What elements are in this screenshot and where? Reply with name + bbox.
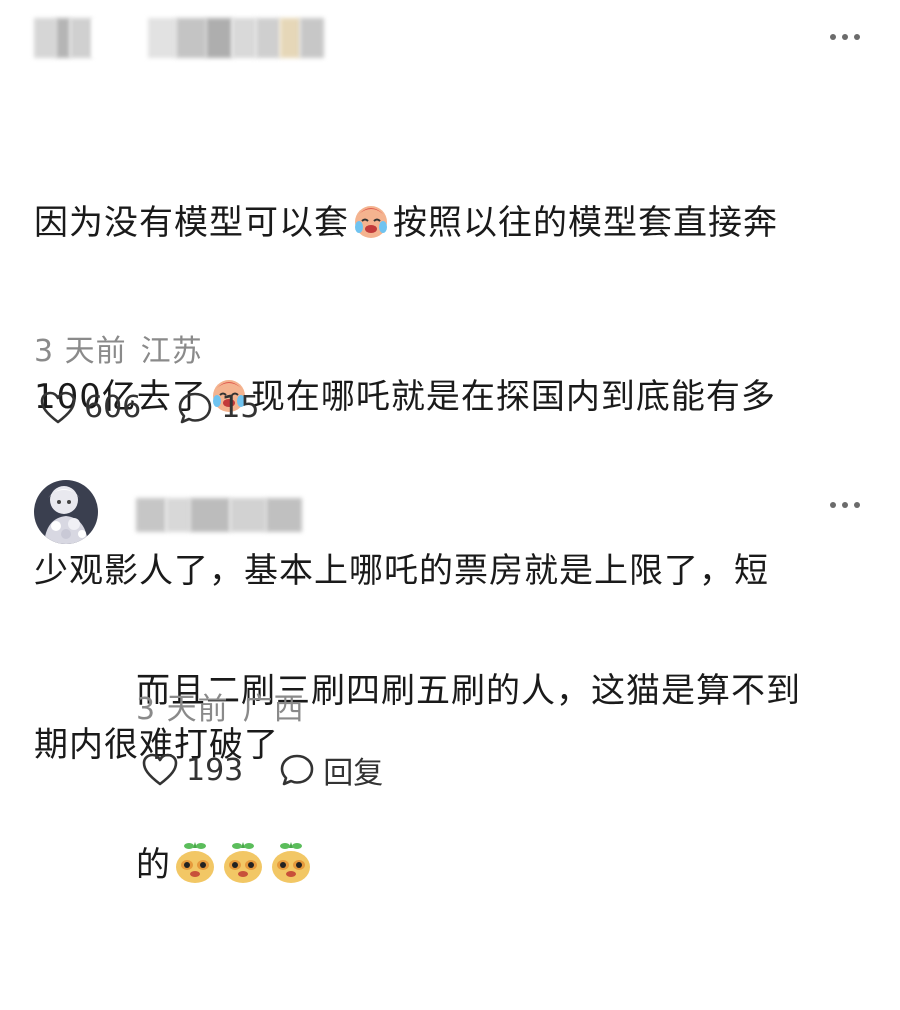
mask-emoji-icon [224,842,262,883]
username-blurred[interactable] [34,18,324,58]
reply-button[interactable]: 回复 [279,748,383,792]
comment-bubble-icon [280,754,314,786]
reply-label: 回复 [323,756,384,791]
comment-time: 3 天前 [34,334,127,369]
comment-line: 的 [136,836,876,894]
comment-actions: 606 15 [40,390,295,425]
more-dots-icon[interactable] [820,22,870,52]
comment-bubble-icon [178,392,212,423]
comment-button[interactable]: 15 [177,390,259,425]
comment-meta: 3 天前 广西 [136,684,319,728]
comment-line: 因为没有模型可以套 按照以往的模型套直接奔 [34,194,874,252]
comment-count: 15 [221,390,260,425]
comment-actions: 193 回复 [142,748,419,792]
comment-location: 广西 [242,692,305,727]
heart-icon [40,391,76,423]
heart-icon [142,753,178,786]
like-count: 193 [186,752,244,788]
username-blurred[interactable] [136,498,302,532]
mask-emoji-icon [176,842,214,883]
like-count: 606 [84,390,142,425]
comment-meta: 3 天前 江苏 [34,326,217,370]
like-button[interactable]: 606 [40,390,141,425]
avatar[interactable] [34,480,98,544]
avatar-image [34,480,98,544]
more-dots-icon[interactable] [820,490,870,520]
mask-emoji-icon [272,842,310,883]
like-button[interactable]: 193 [142,753,243,788]
cry-laugh-emoji-icon [355,206,387,238]
comment-time: 3 天前 [136,692,229,727]
comment-location: 江苏 [140,334,203,369]
